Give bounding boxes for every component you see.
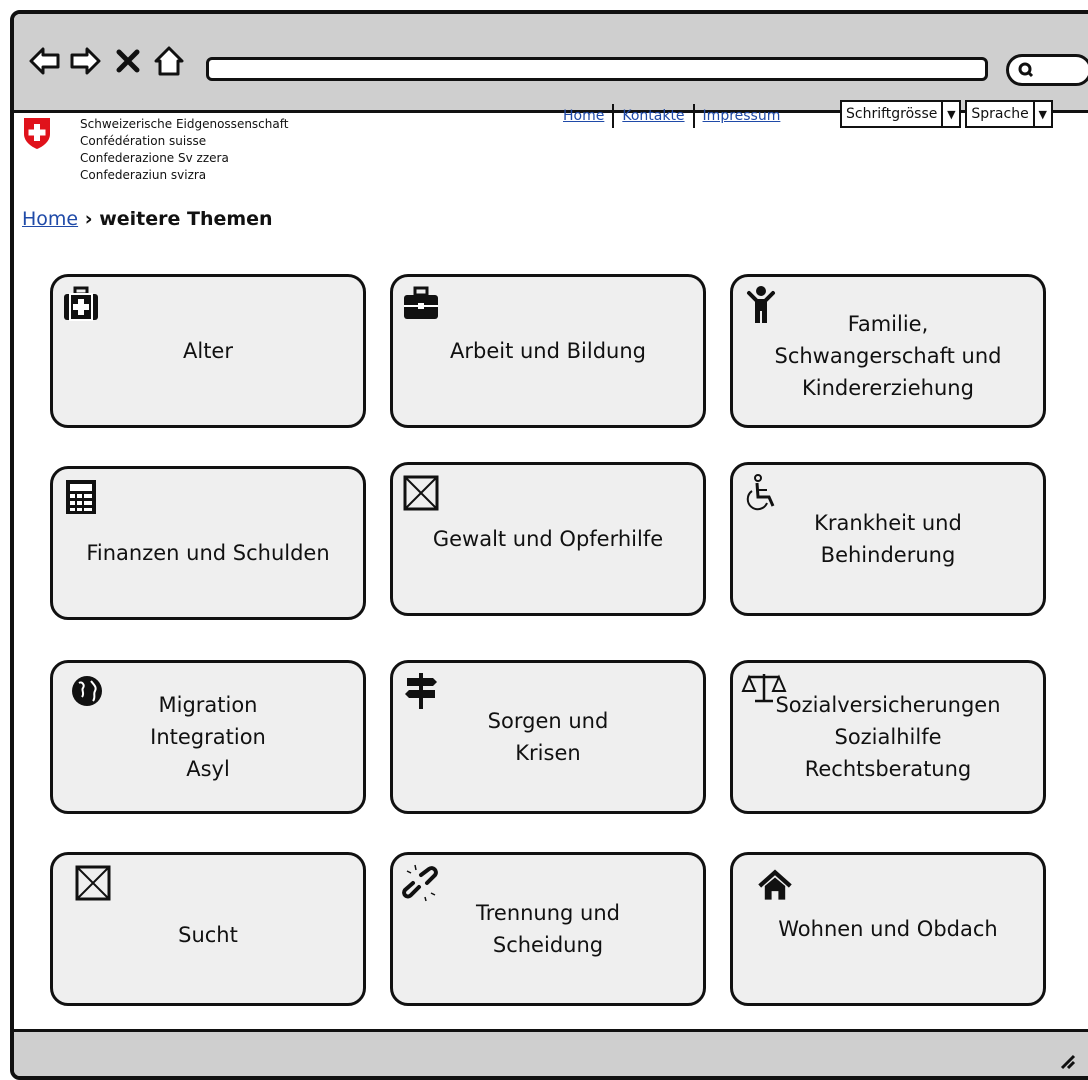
org-line: Confederaziun svizra [80, 168, 207, 182]
chevron-down-icon: ▼ [941, 102, 959, 126]
tile-label: Wohnen und Obdach [778, 917, 998, 941]
tile-sorgen-und-krisen[interactable]: Sorgen und Krisen [390, 660, 706, 814]
tile-label: Trennung und Scheidung [475, 901, 621, 957]
tile-label: Sozialversicherungen Sozialhilfe Rechtsb… [775, 693, 1001, 781]
browser-search-box[interactable] [1006, 54, 1088, 86]
breadcrumb-current: weitere Themen [99, 208, 273, 230]
tile-arbeit-und-bildung[interactable]: Arbeit und Bildung [390, 274, 706, 428]
tile-sucht[interactable]: Sucht [50, 852, 366, 1006]
org-line: Schweizerische Eidgenossenschaft [80, 117, 289, 131]
forward-arrow-icon[interactable] [68, 44, 102, 78]
tile-label: Finanzen und Schulden [86, 541, 330, 565]
header-dropdowns: Schriftgrösse ▼ Sprache ▼ [840, 100, 1057, 128]
font-size-dropdown-label: Schriftgrösse [846, 106, 938, 122]
search-icon [1018, 62, 1034, 78]
tile-familie[interactable]: Familie, Schwangerschaft und Kindererzie… [730, 274, 1046, 428]
breadcrumb: Home › weitere Themen [22, 208, 273, 230]
tile-sozialversicherungen[interactable]: Sozialversicherungen Sozialhilfe Rechtsb… [730, 660, 1046, 814]
org-line: Confédération suisse [80, 134, 207, 148]
close-icon[interactable] [114, 44, 142, 78]
font-size-dropdown[interactable]: Schriftgrösse ▼ [840, 100, 962, 128]
breadcrumb-separator: › [84, 208, 93, 230]
tile-trennung-und-scheidung[interactable]: Trennung und Scheidung [390, 852, 706, 1006]
tile-finanzen-und-schulden[interactable]: Finanzen und Schulden [50, 466, 366, 620]
nav-link-home[interactable]: Home [555, 108, 612, 124]
status-bar [14, 1029, 1088, 1076]
language-dropdown-label: Sprache [971, 106, 1029, 122]
language-dropdown[interactable]: Sprache ▼ [965, 100, 1053, 128]
tile-wohnen-und-obdach[interactable]: Wohnen und Obdach [730, 852, 1046, 1006]
back-arrow-icon[interactable] [28, 44, 62, 78]
tile-label: Sucht [178, 923, 238, 947]
tile-label: Sorgen und Krisen [487, 709, 609, 765]
resize-handle-icon[interactable] [1058, 1052, 1076, 1070]
nav-link-impressum[interactable]: Impressum [695, 108, 789, 124]
tile-migration[interactable]: Migration Integration Asyl [50, 660, 366, 814]
breadcrumb-home-link[interactable]: Home [22, 208, 78, 230]
tile-alter[interactable]: Alter [50, 274, 366, 428]
tile-label: Alter [183, 339, 233, 363]
browser-toolbar [14, 14, 1088, 113]
tile-gewalt-und-opferhilfe[interactable]: Gewalt und Opferhilfe [390, 462, 706, 616]
address-bar[interactable] [206, 57, 988, 81]
home-icon[interactable] [152, 44, 186, 78]
chevron-down-icon: ▼ [1032, 102, 1051, 126]
tile-label: Gewalt und Opferhilfe [432, 527, 664, 551]
federal-administration-name: Schweizerische Eidgenossenschaft Confédé… [80, 116, 288, 184]
tile-label: Familie, Schwangerschaft und Kindererzie… [774, 312, 1002, 400]
tile-label: Migration Integration Asyl [150, 693, 266, 781]
swiss-coat-of-arms-logo [24, 118, 50, 149]
tile-label: Krankheit und Behinderung [814, 511, 962, 567]
tile-label: Arbeit und Bildung [450, 339, 646, 363]
top-navigation: Home Kontakte Impressum [555, 104, 788, 128]
org-line: Confederazione Sv zzera [80, 151, 229, 165]
nav-link-kontakte[interactable]: Kontakte [614, 108, 692, 124]
tile-krankheit-und-behinderung[interactable]: Krankheit und Behinderung [730, 462, 1046, 616]
